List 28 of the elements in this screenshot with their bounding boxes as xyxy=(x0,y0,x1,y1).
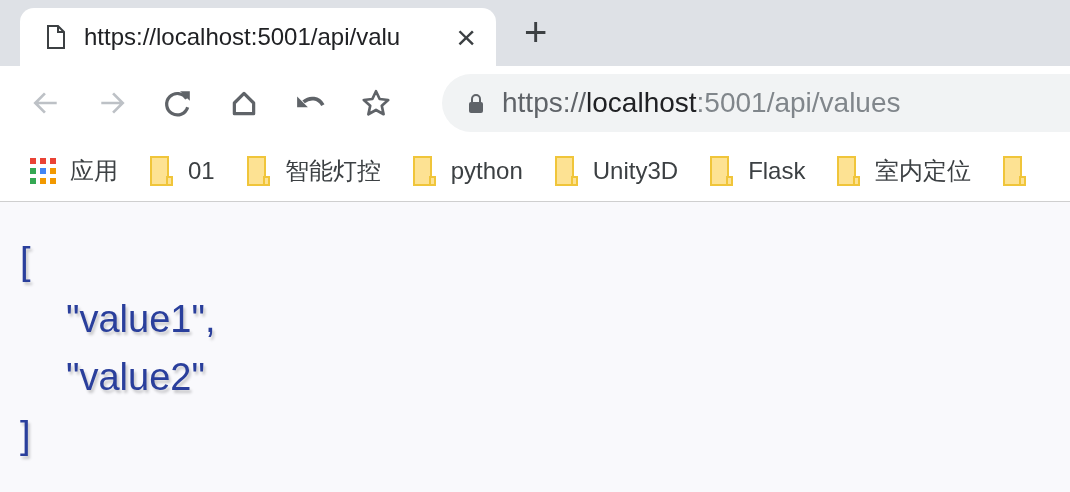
folder-icon xyxy=(554,155,579,186)
bookmark-item[interactable]: 01 xyxy=(150,152,215,189)
star-icon xyxy=(361,88,391,118)
tab-title: https://localhost:5001/api/valu xyxy=(84,22,402,52)
apps-grid-icon xyxy=(30,157,56,184)
json-line: "value1", xyxy=(65,297,216,342)
close-tab-button[interactable]: × xyxy=(456,20,476,54)
reload-icon xyxy=(163,88,193,118)
bookmark-item[interactable]: 智能灯控 xyxy=(246,152,381,189)
url-text: https://localhost:5001/api/values xyxy=(502,86,901,120)
bookmark-item[interactable]: 应用 xyxy=(30,152,118,189)
bookmark-item[interactable]: python xyxy=(412,152,523,189)
lock-icon xyxy=(468,93,484,113)
page-icon xyxy=(46,25,66,49)
browser-tab[interactable]: https://localhost:5001/api/valu × xyxy=(20,8,496,66)
folder-icon xyxy=(246,155,271,186)
folder-icon xyxy=(837,155,862,186)
json-line: "value2" xyxy=(65,355,205,400)
new-tab-button[interactable]: + xyxy=(524,12,548,52)
bookmark-item[interactable]: Flask xyxy=(710,152,806,189)
folder-icon xyxy=(710,155,735,186)
folder-icon xyxy=(150,155,174,186)
address-bar[interactable]: https://localhost:5001/api/values xyxy=(442,74,1070,132)
folder-icon xyxy=(412,155,437,186)
json-line: ] xyxy=(20,413,31,458)
bookmark-item[interactable]: Unity3D xyxy=(554,152,679,189)
json-line: [ xyxy=(20,239,31,284)
bookmark-item[interactable]: 室内定位 xyxy=(837,152,972,189)
